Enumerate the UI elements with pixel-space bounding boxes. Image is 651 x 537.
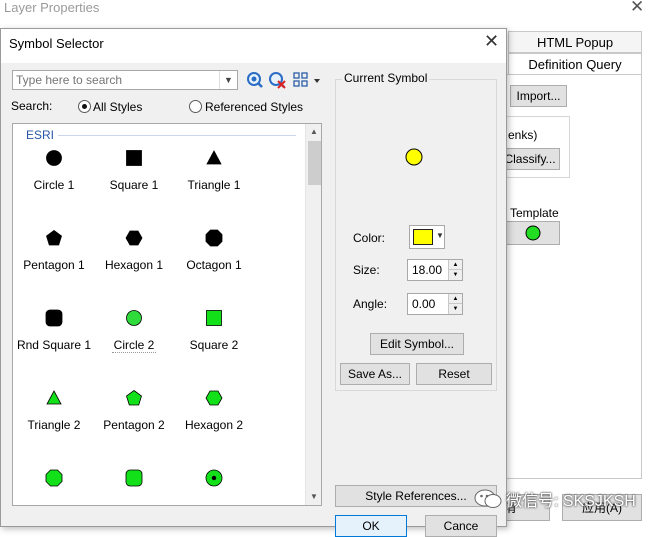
symbol-item-label: Circle 2: [112, 338, 156, 353]
search-icon[interactable]: [246, 71, 264, 89]
color-label: Color:: [353, 231, 386, 245]
circle-symbol-icon: [124, 308, 144, 328]
size-up-icon[interactable]: ▲: [448, 260, 462, 270]
symbol-item-label: Octagon 1: [186, 258, 242, 272]
color-picker[interactable]: ▼: [409, 225, 445, 249]
symbol-item-triangle-1[interactable]: Triangle 1: [174, 142, 254, 212]
group-divider: [58, 135, 296, 136]
classify-button[interactable]: Classify...: [500, 148, 560, 170]
symbol-item-square-1[interactable]: Square 1: [94, 142, 174, 212]
symbol-item-octagon-1[interactable]: Octagon 1: [174, 222, 254, 292]
angle-down-icon[interactable]: ▼: [448, 304, 462, 314]
octagon-symbol-icon: [204, 228, 224, 248]
square-symbol-icon: [124, 148, 144, 168]
size-label: Size:: [353, 263, 380, 277]
symbol-item-label: Pentagon 1: [23, 258, 85, 272]
symbol-item-hexagon-1[interactable]: Hexagon 1: [94, 222, 174, 292]
symbol-item-rnd-square-1[interactable]: Rnd Square 1: [14, 302, 94, 372]
search-box[interactable]: ▼: [12, 70, 238, 90]
dialog-body: ▼ Search: All Styles Referenced Styles E…: [1, 63, 506, 537]
hexagon-symbol-icon: [124, 228, 144, 248]
import-button[interactable]: Import...: [510, 85, 567, 107]
watermark: 微信号: SKSJKSH: [474, 484, 646, 514]
symbol-item-circle-2[interactable]: Circle 2: [94, 302, 174, 372]
symbol-item-hexagon-2[interactable]: Hexagon 2: [174, 382, 254, 452]
partial-label: enks): [508, 128, 538, 142]
symbol-item-14[interactable]: [174, 462, 254, 505]
pentagon-symbol-icon: [124, 388, 144, 408]
edit-symbol-button[interactable]: Edit Symbol...: [370, 333, 464, 355]
referenced-styles-label: Referenced Styles: [205, 100, 304, 114]
all-styles-radio[interactable]: [78, 100, 91, 113]
angle-up-icon[interactable]: ▲: [448, 294, 462, 304]
cancel-button[interactable]: Cance: [425, 515, 497, 537]
scroll-up-icon[interactable]: ▲: [310, 127, 318, 136]
layer-properties-title: Layer Properties: [4, 0, 100, 15]
symbol-item-label: Hexagon 2: [184, 418, 244, 432]
search-input[interactable]: [13, 71, 219, 89]
pentagon-symbol-icon: [44, 228, 64, 248]
size-value: 18.00: [412, 263, 443, 277]
triangle-symbol-icon: [44, 388, 64, 408]
color-swatch: [413, 229, 433, 245]
current-symbol-preview: [405, 148, 423, 166]
symbol-item-triangle-2[interactable]: Triangle 2: [14, 382, 94, 452]
symbol-item-12[interactable]: [14, 462, 94, 505]
close-icon[interactable]: ✕: [484, 31, 499, 52]
dotcircle-symbol-icon: [204, 468, 224, 488]
ok-button[interactable]: OK: [335, 515, 407, 537]
dialog-title: Symbol Selector: [9, 36, 104, 51]
search-dropdown-icon[interactable]: ▼: [219, 71, 237, 89]
symbol-item-label: Pentagon 2: [103, 418, 165, 432]
circle-symbol-icon: [44, 148, 64, 168]
symbol-list[interactable]: ESRI Circle 1 Square 1 Triangle 1 Pentagon …: [12, 123, 322, 506]
triangle-symbol-icon: [204, 148, 224, 168]
symbol-item-label: Triangle 1: [187, 178, 241, 192]
octagon-symbol-icon: [44, 468, 64, 488]
symbol-item-label: Rnd Square 1: [16, 338, 92, 352]
symbol-item-square-2[interactable]: Square 2: [174, 302, 254, 372]
scroll-down-icon[interactable]: ▼: [310, 492, 318, 501]
save-as-button[interactable]: Save As...: [340, 363, 410, 385]
symbol-item-label: Triangle 2: [27, 418, 81, 432]
size-stepper[interactable]: 18.00 ▲ ▼: [407, 259, 463, 281]
size-down-icon[interactable]: ▼: [448, 270, 462, 280]
all-styles-label: All Styles: [93, 100, 143, 114]
square-symbol-icon: [204, 308, 224, 328]
symbol-selector-dialog: Symbol Selector ✕ ▼ Search: All Styles R: [0, 28, 507, 537]
tab-html-popup[interactable]: HTML Popup: [508, 31, 642, 53]
hexagon-symbol-icon: [204, 388, 224, 408]
watermark-text: 微信号: SKSJKSH: [506, 493, 636, 510]
symbol-item-label: Hexagon 1: [104, 258, 164, 272]
chevron-down-icon: ▼: [436, 231, 444, 240]
template-circle-icon: [525, 225, 541, 241]
current-symbol-title: Current Symbol: [342, 71, 430, 85]
vertical-scrollbar[interactable]: ▲ ▼: [305, 124, 321, 505]
wechat-icon: [474, 489, 502, 508]
roundsquare-symbol-icon: [44, 308, 64, 328]
clear-search-icon[interactable]: [268, 71, 286, 89]
group-label-esri: ESRI: [26, 128, 55, 142]
template-label: Template: [510, 206, 559, 220]
angle-value: 0.00: [412, 297, 436, 311]
style-references-button[interactable]: Style References...: [335, 485, 497, 507]
template-symbol-button[interactable]: [506, 221, 560, 245]
symbol-item-label: Circle 1: [33, 178, 75, 192]
symbol-item-circle-1[interactable]: Circle 1: [14, 142, 94, 212]
symbol-item-pentagon-2[interactable]: Pentagon 2: [94, 382, 174, 452]
reset-button[interactable]: Reset: [416, 363, 492, 385]
roundsquare-symbol-icon: [124, 468, 144, 488]
symbol-item-label: Square 1: [109, 178, 159, 192]
layer-properties-close-icon[interactable]: ✕: [630, 0, 644, 17]
symbol-item-pentagon-1[interactable]: Pentagon 1: [14, 222, 94, 292]
scrollbar-thumb[interactable]: [308, 141, 321, 185]
angle-stepper[interactable]: 0.00 ▲ ▼: [407, 293, 463, 315]
view-options-icon[interactable]: [292, 71, 322, 89]
symbol-item-13[interactable]: [94, 462, 174, 505]
angle-label: Angle:: [353, 297, 388, 311]
tab-definition-query[interactable]: Definition Query: [508, 53, 642, 75]
search-label: Search:: [11, 99, 53, 113]
referenced-styles-radio[interactable]: [189, 100, 202, 113]
symbol-item-label: Square 2: [189, 338, 239, 352]
